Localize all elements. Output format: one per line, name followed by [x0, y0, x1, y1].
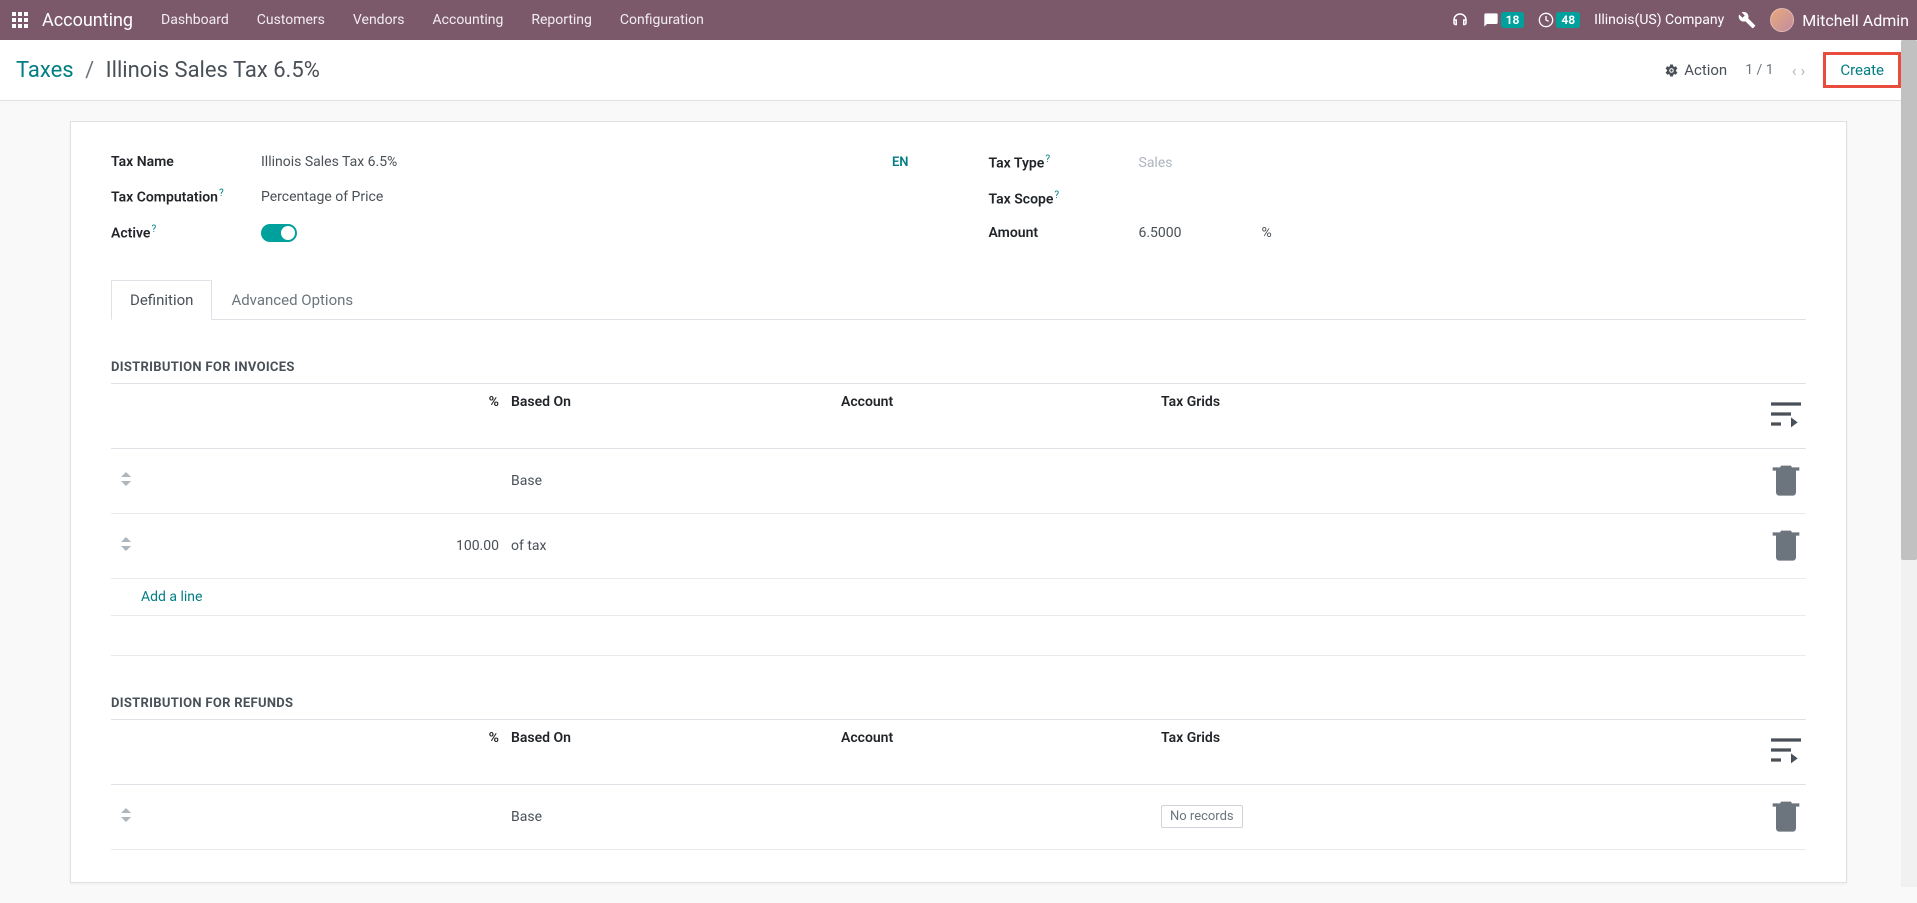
pager[interactable]: 1 / 1	[1745, 62, 1773, 78]
amount-label: Amount	[989, 225, 1139, 241]
tax-computation-value[interactable]: Percentage of Price	[261, 189, 929, 205]
settings-icon[interactable]	[1766, 394, 1806, 438]
tax-name-label: Tax Name	[111, 154, 261, 170]
tax-type-value[interactable]: Sales	[1139, 155, 1807, 171]
no-records-badge: No records	[1161, 805, 1243, 828]
support-icon[interactable]	[1451, 11, 1469, 29]
help-icon[interactable]: ?	[151, 224, 156, 235]
tab-advanced[interactable]: Advanced Options	[212, 280, 372, 320]
amount-value[interactable]: 6.5000	[1139, 225, 1182, 241]
based-cell[interactable]: of tax	[511, 538, 841, 554]
percent-cell[interactable]: 100.00	[141, 538, 511, 554]
refunds-table: % Based On Account Tax Grids Base No rec…	[111, 719, 1806, 850]
help-icon[interactable]: ?	[1054, 190, 1059, 201]
user-name: Mitchell Admin	[1802, 11, 1909, 30]
drag-handle-icon[interactable]	[111, 808, 141, 826]
scrollbar[interactable]	[1901, 40, 1917, 887]
help-icon[interactable]: ?	[219, 188, 224, 199]
nav-vendors[interactable]: Vendors	[353, 12, 405, 28]
nav-reporting[interactable]: Reporting	[531, 12, 592, 28]
tabs: Definition Advanced Options	[111, 280, 1806, 320]
nav-right: 18 48 Illinois(US) Company Mitchell Admi…	[1451, 8, 1909, 32]
pager-next-icon[interactable]: ›	[1801, 61, 1806, 80]
breadcrumb-current: Illinois Sales Tax 6.5%	[106, 58, 320, 83]
tax-computation-label: Tax Computation?	[111, 188, 261, 206]
debug-icon[interactable]	[1738, 11, 1756, 29]
nav-configuration[interactable]: Configuration	[620, 12, 704, 28]
add-line-button[interactable]: Add a line	[111, 579, 1806, 616]
app-name[interactable]: Accounting	[42, 10, 133, 31]
nav-dashboard[interactable]: Dashboard	[161, 12, 229, 28]
drag-handle-icon[interactable]	[111, 537, 141, 555]
table-row[interactable]: Base	[111, 449, 1806, 514]
breadcrumb-sep: /	[85, 58, 94, 83]
table-row[interactable]: 100.00 of tax	[111, 514, 1806, 579]
messages-icon[interactable]: 18	[1483, 12, 1525, 28]
col-account-header: Account	[841, 730, 1161, 774]
top-nav: Accounting Dashboard Customers Vendors A…	[0, 0, 1917, 40]
delete-icon[interactable]	[1766, 795, 1806, 839]
breadcrumb: Taxes / Illinois Sales Tax 6.5%	[16, 58, 320, 83]
scrollbar-thumb[interactable]	[1901, 40, 1917, 560]
active-toggle[interactable]	[261, 224, 297, 242]
grids-cell[interactable]: No records	[1161, 805, 1766, 828]
settings-icon[interactable]	[1766, 730, 1806, 774]
invoices-table: % Based On Account Tax Grids Base	[111, 383, 1806, 656]
avatar	[1770, 8, 1794, 32]
delete-icon[interactable]	[1766, 524, 1806, 568]
action-label: Action	[1684, 61, 1727, 79]
col-percent-header: %	[141, 394, 511, 438]
col-account-header: Account	[841, 394, 1161, 438]
control-right: Action 1 / 1 ‹ › Create	[1664, 52, 1901, 88]
nav-customers[interactable]: Customers	[257, 12, 325, 28]
delete-icon[interactable]	[1766, 459, 1806, 503]
form-sheet: Tax Name Illinois Sales Tax 6.5% EN Tax …	[70, 121, 1847, 883]
col-grids-header: Tax Grids	[1161, 394, 1766, 438]
nav-menu: Dashboard Customers Vendors Accounting R…	[161, 12, 704, 28]
tax-scope-label: Tax Scope?	[989, 190, 1139, 208]
col-percent-header: %	[141, 730, 511, 774]
create-button[interactable]: Create	[1823, 52, 1901, 88]
messages-badge: 18	[1501, 12, 1525, 28]
help-icon[interactable]: ?	[1045, 154, 1050, 165]
action-button[interactable]: Action	[1664, 61, 1727, 79]
pager-prev-icon[interactable]: ‹	[1792, 61, 1797, 80]
tax-type-label: Tax Type?	[989, 154, 1139, 172]
refunds-section-title: DISTRIBUTION FOR REFUNDS	[111, 696, 1806, 711]
based-cell[interactable]: Base	[511, 809, 841, 825]
tax-name-value[interactable]: Illinois Sales Tax 6.5%	[261, 154, 892, 170]
breadcrumb-parent[interactable]: Taxes	[16, 58, 74, 83]
table-row[interactable]: Base No records	[111, 785, 1806, 850]
col-based-header: Based On	[511, 730, 841, 774]
amount-unit: %	[1262, 225, 1272, 241]
content-area: Tax Name Illinois Sales Tax 6.5% EN Tax …	[0, 101, 1917, 903]
user-menu[interactable]: Mitchell Admin	[1770, 8, 1909, 32]
apps-icon[interactable]	[8, 8, 32, 32]
col-based-header: Based On	[511, 394, 841, 438]
col-grids-header: Tax Grids	[1161, 730, 1766, 774]
activities-icon[interactable]: 48	[1538, 12, 1580, 28]
nav-accounting[interactable]: Accounting	[433, 12, 504, 28]
invoices-section-title: DISTRIBUTION FOR INVOICES	[111, 360, 1806, 375]
control-bar: Taxes / Illinois Sales Tax 6.5% Action 1…	[0, 40, 1917, 101]
drag-handle-icon[interactable]	[111, 472, 141, 490]
lang-button[interactable]: EN	[892, 155, 929, 170]
based-cell[interactable]: Base	[511, 473, 841, 489]
activities-badge: 48	[1556, 12, 1580, 28]
tab-definition[interactable]: Definition	[111, 280, 212, 320]
active-label: Active?	[111, 224, 261, 242]
create-label: Create	[1840, 61, 1884, 79]
company-selector[interactable]: Illinois(US) Company	[1594, 12, 1724, 28]
pager-arrows: ‹ ›	[1792, 61, 1806, 80]
